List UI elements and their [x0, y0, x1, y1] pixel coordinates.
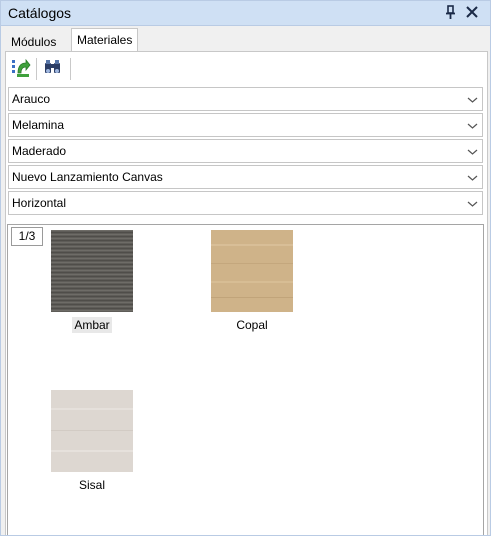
material-item-copal[interactable]: Copal	[211, 230, 293, 333]
filter-value: Arauco	[12, 92, 51, 106]
toolbar	[6, 52, 487, 82]
tab-strip: Módulos Materiales	[1, 26, 490, 53]
chevron-down-icon	[467, 146, 478, 156]
material-label: Ambar	[72, 317, 112, 333]
material-item-sisal[interactable]: Sisal	[51, 390, 133, 493]
filter-value: Maderado	[12, 144, 67, 158]
refresh-catalog-icon[interactable]	[10, 57, 32, 79]
filter-collection-select[interactable]: Nuevo Lanzamiento Canvas	[8, 165, 483, 189]
filter-value: Nuevo Lanzamiento Canvas	[12, 170, 163, 184]
chevron-down-icon	[467, 198, 478, 208]
chevron-down-icon	[467, 94, 478, 104]
binoculars-find-icon[interactable]	[42, 57, 64, 79]
materiales-content: Arauco Melamina Maderado Nuevo Lanzamien…	[5, 51, 488, 535]
material-label: Copal	[236, 318, 268, 332]
material-swatch-ambar	[51, 230, 133, 312]
panel-title: Catálogos	[8, 5, 72, 21]
material-swatch-copal	[211, 230, 293, 312]
tab-materiales[interactable]: Materiales	[71, 28, 139, 53]
chevron-down-icon	[467, 172, 478, 182]
panel-titlebar: Catálogos	[1, 1, 490, 26]
material-swatch-sisal	[51, 390, 133, 472]
filter-value: Melamina	[12, 118, 65, 132]
toolbar-separator	[70, 58, 71, 80]
close-icon[interactable]	[463, 3, 481, 21]
filter-value: Horizontal	[12, 196, 67, 210]
material-item-ambar[interactable]: Ambar	[51, 230, 133, 333]
chevron-down-icon	[467, 120, 478, 130]
toolbar-separator	[36, 58, 37, 80]
page-indicator[interactable]: 1/3	[11, 227, 43, 246]
filter-orientation-select[interactable]: Horizontal	[8, 191, 483, 215]
pin-icon[interactable]	[442, 3, 460, 21]
filter-manufacturer-select[interactable]: Arauco	[8, 87, 483, 111]
filter-material-select[interactable]: Melamina	[8, 113, 483, 137]
material-gallery: 1/3 Ambar Copal Sisal	[7, 224, 484, 535]
tab-modulos[interactable]: Módulos	[7, 32, 60, 52]
filter-finish-select[interactable]: Maderado	[8, 139, 483, 163]
material-label: Sisal	[78, 478, 105, 492]
catalog-panel: Catálogos Módulos Materiales Arauco Mela…	[0, 0, 491, 536]
